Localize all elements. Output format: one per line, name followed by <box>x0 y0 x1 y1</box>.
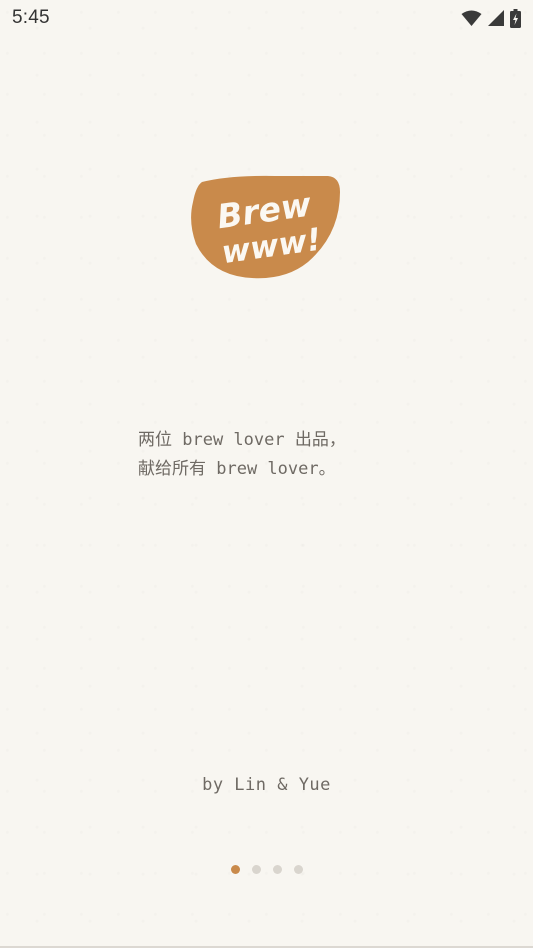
status-bar: 5:45 <box>0 0 533 36</box>
cellular-signal-icon <box>487 9 505 27</box>
tagline: 两位 brew lover 出品， 献给所有 brew lover。 <box>138 426 438 484</box>
page-dot-3[interactable] <box>272 865 282 874</box>
brew-www-logo: Brew www! <box>190 174 343 282</box>
battery-charging-icon <box>510 8 521 28</box>
page-indicator <box>0 865 533 874</box>
page-dot-2[interactable] <box>251 865 261 874</box>
onboarding-screen: 5:45 Brew www! 两位 brew lover 出品， 献给所有 br… <box>0 0 533 948</box>
page-dot-1[interactable] <box>230 865 240 874</box>
status-icons <box>461 8 521 28</box>
page-dot-4[interactable] <box>293 865 303 874</box>
tagline-line-2: 献给所有 brew lover。 <box>138 459 336 479</box>
tagline-line-1: 两位 brew lover 出品， <box>138 430 346 450</box>
wifi-icon <box>461 10 482 27</box>
status-time: 5:45 <box>12 7 50 28</box>
credit-text: by Lin & Yue <box>202 775 331 795</box>
